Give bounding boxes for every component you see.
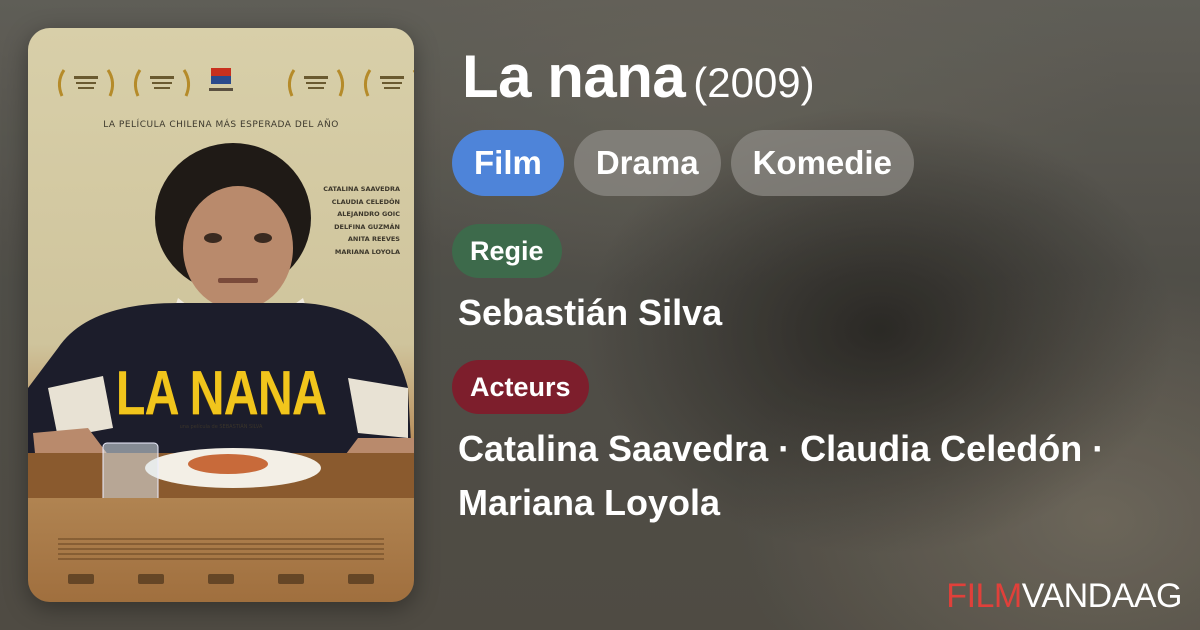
poster-cast-name: CATALINA SAAVEDRA bbox=[323, 185, 400, 193]
poster-credits-block bbox=[58, 538, 384, 562]
laurel-icon bbox=[287, 69, 345, 97]
laurel-icon bbox=[133, 69, 191, 97]
poster-cast-name: ANITA REEVES bbox=[347, 235, 400, 243]
tag-komedie[interactable]: Komedie bbox=[730, 130, 914, 196]
sponsor-logo-icon bbox=[348, 574, 374, 584]
poster-title: LA NANA bbox=[115, 359, 327, 428]
laurel-icon bbox=[363, 69, 414, 97]
tag-film[interactable]: Film bbox=[452, 130, 564, 196]
movie-poster[interactable]: LA PELÍCULA CHILENA MÁS ESPERADA DEL AÑO… bbox=[28, 28, 414, 602]
genre-tags: Film Drama Komedie bbox=[452, 130, 914, 196]
poster-cast-name: DELFINA GUZMÁN bbox=[334, 222, 400, 231]
brand-part-vandaag: VANDAAG bbox=[1021, 577, 1183, 615]
movie-title: La nana bbox=[462, 43, 686, 110]
studio-logo-icon bbox=[209, 68, 233, 91]
tag-drama[interactable]: Drama bbox=[573, 130, 721, 196]
poster-cast-name: MARIANA LOYOLA bbox=[334, 247, 400, 256]
sponsor-logo-icon bbox=[278, 574, 304, 584]
sponsor-logo-icon bbox=[208, 574, 234, 584]
poster-cast-list: CATALINA SAAVEDRA CLAUDIA CELEDÓN ALEJAN… bbox=[320, 183, 400, 258]
cast-label: Acteurs bbox=[452, 360, 589, 414]
brand-part-film: FILM bbox=[946, 577, 1022, 615]
movie-heading: La nana (2009) bbox=[462, 42, 815, 111]
poster-sponsor-logos bbox=[68, 570, 374, 588]
poster-tagline: LA PELÍCULA CHILENA MÁS ESPERADA DEL AÑO bbox=[103, 120, 339, 130]
brand-logo[interactable]: FILMVANDAAG bbox=[946, 577, 1182, 616]
laurel-icon bbox=[57, 69, 115, 97]
poster-byline: una película de SEBASTIÁN SILVA bbox=[179, 424, 263, 430]
director-names: Sebastián Silva bbox=[458, 292, 723, 333]
movie-year: (2009) bbox=[693, 59, 815, 106]
poster-cast-name: ALEJANDRO GOIC bbox=[337, 210, 400, 218]
cast-names: Catalina Saavedra · Claudia Celedón · Ma… bbox=[458, 428, 1105, 523]
sponsor-logo-icon bbox=[68, 574, 94, 584]
poster-cast-name: CLAUDIA CELEDÓN bbox=[331, 197, 400, 206]
sponsor-logo-icon bbox=[138, 574, 164, 584]
director-label: Regie bbox=[452, 224, 562, 278]
